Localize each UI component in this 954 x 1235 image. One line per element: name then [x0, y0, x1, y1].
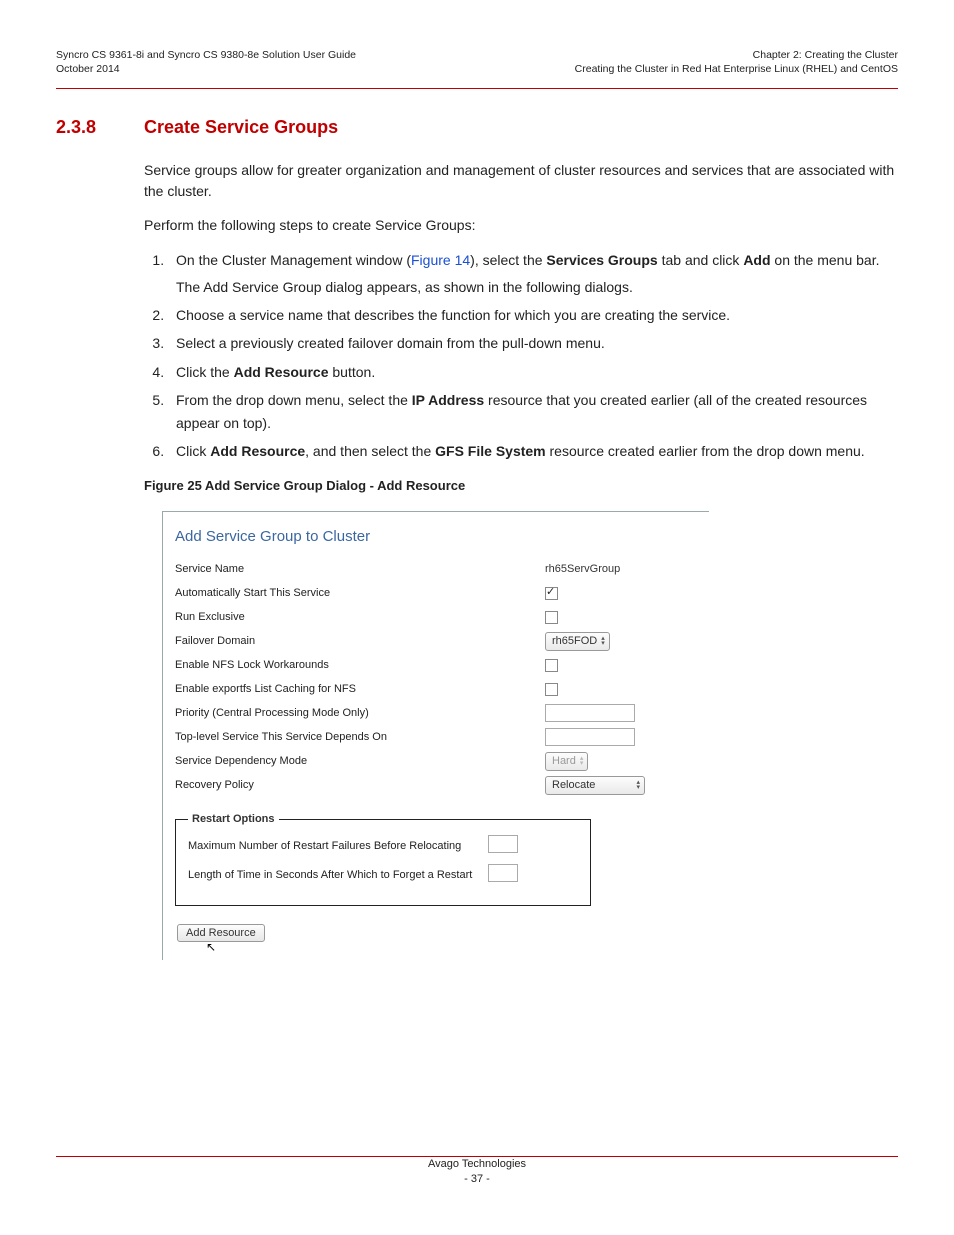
enable-nfs-label: Enable NFS Lock Workarounds: [175, 659, 545, 671]
run-exclusive-label: Run Exclusive: [175, 611, 545, 623]
recovery-label: Recovery Policy: [175, 779, 545, 791]
section-heading: 2.3.8 Create Service Groups: [56, 117, 898, 138]
step-1-sub: The Add Service Group dialog appears, as…: [176, 276, 898, 298]
depends-input[interactable]: [545, 728, 635, 746]
dep-mode-label: Service Dependency Mode: [175, 755, 545, 767]
run-exclusive-checkbox[interactable]: [545, 611, 558, 624]
cursor-icon: ↖: [206, 940, 216, 954]
dialog-title: Add Service Group to Cluster: [163, 512, 709, 559]
step-6: Click Add Resource, and then select the …: [168, 440, 898, 462]
priority-input[interactable]: [545, 704, 635, 722]
failover-domain-select[interactable]: rh65FOD ▴▾: [545, 632, 610, 651]
enable-exportfs-label: Enable exportfs List Caching for NFS: [175, 683, 545, 695]
restart-forget-label: Length of Time in Seconds After Which to…: [188, 869, 488, 881]
header-rule: [56, 88, 898, 89]
priority-label: Priority (Central Processing Mode Only): [175, 707, 545, 719]
step-1: On the Cluster Management window (Figure…: [168, 249, 898, 298]
step-3: Select a previously created failover dom…: [168, 332, 898, 354]
footer-company: Avago Technologies: [0, 1157, 954, 1172]
header-date: October 2014: [56, 62, 356, 76]
add-resource-button[interactable]: Add Resource ↖: [177, 924, 265, 942]
restart-max-label: Maximum Number of Restart Failures Befor…: [188, 840, 488, 852]
spinner-icon: ▴▾: [636, 780, 640, 790]
step-5: From the drop down menu, select the IP A…: [168, 389, 898, 434]
section-number: 2.3.8: [56, 117, 116, 138]
footer-page: - 37 -: [0, 1172, 954, 1187]
restart-legend: Restart Options: [188, 813, 279, 825]
spinner-icon: ▴▾: [601, 636, 605, 646]
intro-para: Service groups allow for greater organiz…: [144, 160, 898, 201]
section-title: Create Service Groups: [144, 117, 338, 138]
page-footer: Avago Technologies - 37 -: [0, 1157, 954, 1187]
running-header: Syncro CS 9361-8i and Syncro CS 9380-8e …: [56, 48, 898, 76]
restart-options-fieldset: Restart Options Maximum Number of Restar…: [175, 813, 591, 906]
step-2: Choose a service name that describes the…: [168, 304, 898, 326]
header-section: Creating the Cluster in Red Hat Enterpri…: [575, 62, 898, 76]
figure-caption: Figure 25 Add Service Group Dialog - Add…: [144, 478, 898, 493]
restart-forget-input[interactable]: [488, 864, 518, 882]
recovery-select[interactable]: Relocate ▴▾: [545, 776, 645, 795]
restart-max-input[interactable]: [488, 835, 518, 853]
add-service-group-dialog: Add Service Group to Cluster Service Nam…: [162, 511, 709, 960]
auto-start-label: Automatically Start This Service: [175, 587, 545, 599]
enable-exportfs-checkbox[interactable]: [545, 683, 558, 696]
spinner-icon: ▴▾: [580, 756, 584, 766]
failover-domain-label: Failover Domain: [175, 635, 545, 647]
xref-figure-14[interactable]: Figure 14: [411, 252, 470, 268]
step-4: Click the Add Resource button.: [168, 361, 898, 383]
header-doc-title: Syncro CS 9361-8i and Syncro CS 9380-8e …: [56, 48, 356, 62]
service-name-label: Service Name: [175, 563, 545, 575]
auto-start-checkbox[interactable]: [545, 587, 558, 600]
depends-label: Top-level Service This Service Depends O…: [175, 731, 545, 743]
service-name-value: rh65ServGroup: [545, 563, 697, 575]
dep-mode-select[interactable]: Hard ▴▾: [545, 752, 588, 771]
steps-list: On the Cluster Management window (Figure…: [144, 249, 898, 462]
enable-nfs-checkbox[interactable]: [545, 659, 558, 672]
header-chapter: Chapter 2: Creating the Cluster: [575, 48, 898, 62]
lead-para: Perform the following steps to create Se…: [144, 215, 898, 235]
